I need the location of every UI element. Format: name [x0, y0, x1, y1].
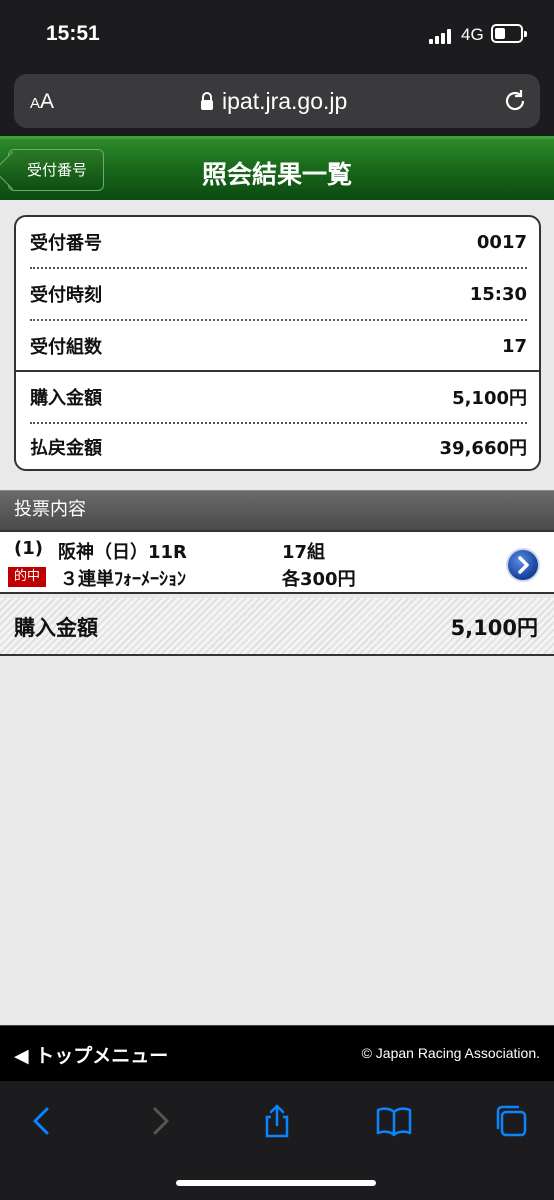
summary-row-purchase-amount: 購入金額 5,100円: [30, 388, 527, 409]
reload-icon[interactable]: [502, 88, 528, 114]
total-purchase-row: 購入金額 5,100円: [0, 598, 554, 656]
detail-arrow-button[interactable]: [506, 548, 540, 582]
chevron-right-icon: [518, 556, 529, 574]
battery-icon: [491, 24, 527, 43]
triangle-left-icon: ◀: [14, 1045, 29, 1067]
signal-icon: [429, 26, 455, 44]
bet-list-item[interactable]: (1) 阪神（日）11R 17組 的中 ３連単ﾌｫｰﾒｰｼｮﾝ 各300円: [0, 530, 554, 594]
network-type: 4G: [461, 25, 484, 44]
status-bar: 15:51 4G: [0, 0, 554, 68]
bookmarks-icon[interactable]: [376, 1103, 412, 1139]
browser-address-bar: AA ipat.jra.go.jp: [0, 68, 554, 136]
summary-row-combo-count: 受付組数 17: [30, 335, 527, 359]
total-label: 購入金額: [14, 616, 98, 640]
lock-icon: [201, 92, 213, 110]
page-footer: ◀ トップメニュー © Japan Racing Association.: [0, 1025, 554, 1081]
bet-unit-amount: 各300円: [282, 569, 356, 590]
bet-race: 阪神（日）11R: [58, 542, 187, 563]
hit-badge: 的中: [8, 567, 46, 587]
status-time: 15:51: [46, 22, 100, 45]
forward-chevron-icon[interactable]: [142, 1103, 178, 1139]
total-value: 5,100円: [450, 616, 538, 640]
top-menu-link[interactable]: ◀ トップメニュー: [14, 1041, 168, 1068]
page-title: 照会結果一覧: [201, 160, 352, 189]
copyright-text: © Japan Racing Association.: [361, 1045, 540, 1061]
text-size-button[interactable]: AA: [30, 90, 54, 114]
url-field[interactable]: AA ipat.jra.go.jp: [14, 74, 540, 128]
bet-index: (1): [14, 538, 43, 559]
tabs-icon[interactable]: [493, 1103, 529, 1139]
home-indicator: [176, 1180, 376, 1186]
summary-panel: 受付番号 0017 受付時刻 15:30 受付組数 17 購入金額 5,100円…: [14, 215, 541, 471]
summary-row-receipt-number: 受付番号 0017: [30, 231, 527, 255]
summary-row-receipt-time: 受付時刻 15:30: [30, 283, 527, 307]
share-icon[interactable]: [259, 1103, 295, 1139]
main-content: 受付番号 0017 受付時刻 15:30 受付組数 17 購入金額 5,100円…: [0, 200, 554, 1025]
url-text: ipat.jra.go.jp: [222, 88, 348, 114]
bet-type: ３連単ﾌｫｰﾒｰｼｮﾝ: [60, 569, 186, 590]
back-chevron-icon[interactable]: [24, 1103, 60, 1139]
section-header-bet-contents: 投票内容: [0, 490, 554, 530]
page-header: 受付番号 照会結果一覧: [0, 136, 554, 200]
bet-combos: 17組: [282, 542, 326, 563]
summary-row-payout-amount: 払戻金額 39,660円: [30, 438, 527, 459]
